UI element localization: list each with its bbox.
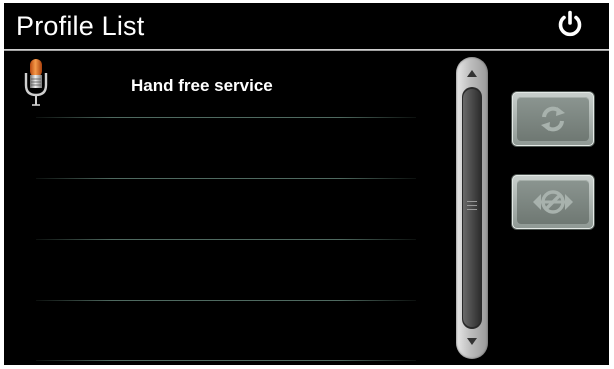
disconnect-button[interactable] — [512, 175, 594, 229]
refresh-button[interactable] — [512, 92, 594, 146]
grip-icon — [467, 205, 477, 206]
power-icon — [558, 10, 582, 37]
list-item[interactable] — [4, 240, 444, 301]
scroll-thumb[interactable] — [463, 89, 481, 327]
microphone-icon — [24, 59, 48, 106]
list-item-label: Hand free service — [131, 76, 273, 95]
profile-list: Hand free service — [4, 51, 444, 365]
scrollbar[interactable] — [456, 57, 488, 359]
title-bar: Profile List — [4, 3, 609, 50]
list-divider — [36, 360, 416, 361]
list-item[interactable] — [4, 179, 444, 240]
refresh-button-face — [517, 97, 589, 141]
list-item[interactable] — [4, 118, 444, 179]
power-button[interactable] — [555, 9, 585, 39]
disconnect-button-face — [517, 180, 589, 224]
refresh-icon — [541, 106, 565, 132]
list-item[interactable]: Hand free service — [4, 51, 444, 112]
list-item[interactable] — [4, 301, 444, 362]
scroll-track[interactable] — [462, 87, 482, 329]
arrow-down-icon[interactable] — [467, 338, 477, 345]
profile-list-screen: Profile List Hand free service — [4, 3, 609, 365]
page-title: Profile List — [16, 11, 145, 41]
disconnect-icon — [533, 190, 573, 214]
grip-icon — [467, 201, 477, 202]
grip-icon — [467, 209, 477, 210]
arrow-up-icon[interactable] — [467, 70, 477, 77]
